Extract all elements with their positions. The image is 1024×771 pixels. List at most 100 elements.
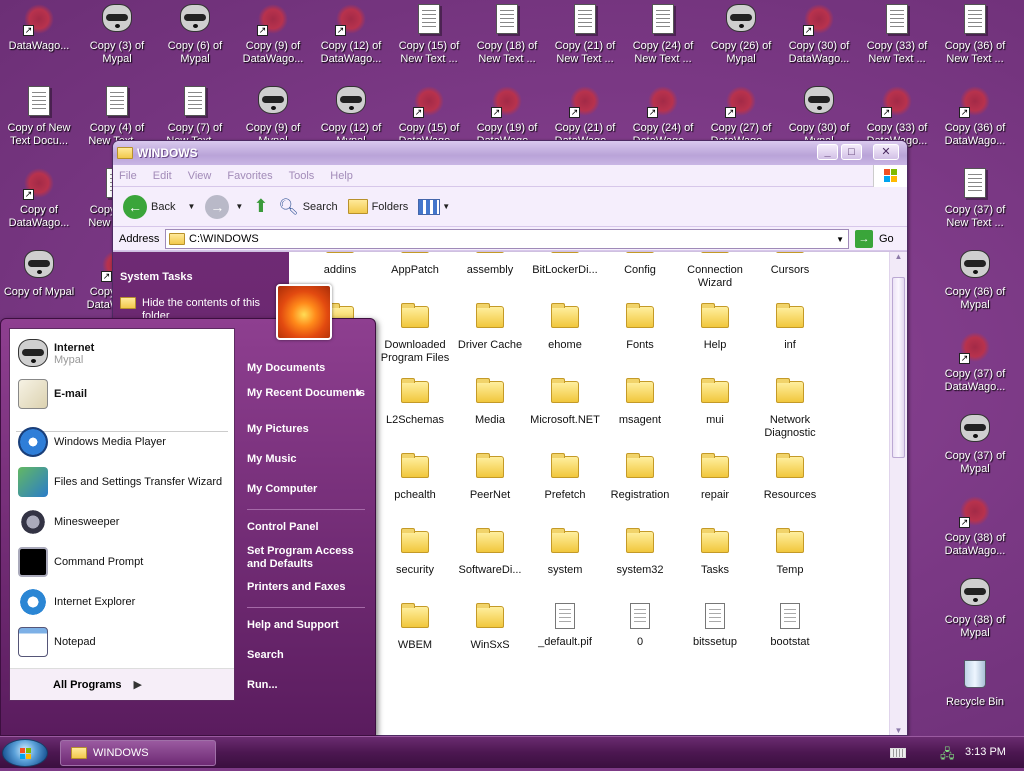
start-place-item[interactable]: My Recent Documents <box>247 387 367 400</box>
up-folder-button[interactable]: ⬆ <box>253 196 268 217</box>
file-item[interactable]: Media <box>452 376 528 427</box>
vertical-scrollbar[interactable]: ▲ ▼ <box>889 252 907 735</box>
file-item[interactable]: Tasks <box>677 526 753 577</box>
start-item-recent[interactable]: Minesweeper <box>18 507 232 537</box>
desktop-icon[interactable]: Copy (37) of Mypal <box>936 414 1014 494</box>
keyboard-icon[interactable] <box>890 748 906 758</box>
file-item[interactable]: Config <box>602 252 678 277</box>
file-item[interactable]: assembly <box>452 252 528 277</box>
start-item-email[interactable]: E-mail <box>18 379 232 409</box>
file-item[interactable]: SoftwareDi... <box>452 526 528 577</box>
start-item-internet[interactable]: Internet Mypal <box>18 339 232 369</box>
file-item[interactable]: security <box>377 526 453 577</box>
desktop-icon[interactable]: Copy (6) of Mypal <box>156 4 234 84</box>
file-item[interactable]: repair <box>677 451 753 502</box>
file-item[interactable]: system <box>527 526 603 577</box>
file-item[interactable]: 0 <box>602 601 678 649</box>
menu-help[interactable]: Help <box>330 170 353 182</box>
file-item[interactable]: Cursors <box>752 252 828 277</box>
menu-view[interactable]: View <box>188 170 212 182</box>
desktop-icon[interactable]: ↗ Copy (36) of DataWago... <box>936 86 1014 166</box>
file-item[interactable]: Registration <box>602 451 678 502</box>
file-item[interactable]: Microsoft.NET <box>527 376 603 427</box>
file-item[interactable]: mui <box>677 376 753 427</box>
start-button[interactable] <box>2 739 48 767</box>
desktop-icon[interactable]: ↗ Copy (9) of DataWago... <box>234 4 312 84</box>
clock[interactable]: 3:13 PM <box>965 746 1006 758</box>
file-item[interactable]: AppPatch <box>377 252 453 277</box>
file-item[interactable]: pchealth <box>377 451 453 502</box>
file-item[interactable]: Help <box>677 301 753 352</box>
start-place-item[interactable]: My Computer <box>247 483 367 496</box>
start-place-item[interactable]: Search <box>247 649 367 662</box>
menu-favorites[interactable]: Favorites <box>227 170 272 182</box>
start-place-item[interactable]: Printers and Faxes <box>247 581 367 594</box>
desktop-icon[interactable]: ↗ Copy (30) of DataWago... <box>780 4 858 84</box>
search-button[interactable]: 🔍︎ Search <box>278 197 337 217</box>
close-button[interactable]: ✕ <box>873 144 899 160</box>
start-item-recent[interactable]: Notepad <box>18 627 232 657</box>
file-item[interactable]: Downloaded Program Files <box>377 301 453 365</box>
file-item[interactable]: bootstat <box>752 601 828 649</box>
file-item[interactable]: WBEM <box>377 601 453 652</box>
file-item[interactable]: bitssetup <box>677 601 753 649</box>
menu-tools[interactable]: Tools <box>289 170 315 182</box>
hide-contents-task[interactable]: Hide the contents of this folder <box>113 283 289 323</box>
desktop-icon[interactable]: Copy (18) of New Text ... <box>468 4 546 84</box>
folders-button[interactable]: Folders <box>347 199 408 214</box>
address-input[interactable]: C:\WINDOWS ▼ <box>165 229 849 249</box>
file-item[interactable]: PeerNet <box>452 451 528 502</box>
views-button[interactable]: ▼ <box>418 198 450 215</box>
file-item[interactable]: Resources <box>752 451 828 502</box>
file-item[interactable]: L2Schemas <box>377 376 453 427</box>
file-item[interactable]: ehome <box>527 301 603 352</box>
file-item[interactable]: msagent <box>602 376 678 427</box>
minimize-button[interactable]: _ <box>817 144 838 160</box>
start-item-recent[interactable]: Command Prompt <box>18 547 232 577</box>
system-tasks-heading[interactable]: System Tasks <box>113 252 289 283</box>
file-item[interactable]: Temp <box>752 526 828 577</box>
desktop-icon[interactable]: Copy of New Text Docu... <box>0 86 78 166</box>
go-button[interactable]: → Go <box>855 230 894 248</box>
start-place-item[interactable]: My Pictures <box>247 423 367 436</box>
desktop-icon[interactable]: ↗ Copy (12) of DataWago... <box>312 4 390 84</box>
all-programs-button[interactable]: All Programs ▶ <box>10 668 234 700</box>
file-item[interactable]: WinSxS <box>452 601 528 652</box>
file-item[interactable]: inf <box>752 301 828 352</box>
menu-edit[interactable]: Edit <box>153 170 172 182</box>
forward-button[interactable]: → ▼ <box>205 194 243 219</box>
file-item[interactable]: Fonts <box>602 301 678 352</box>
desktop-icon[interactable]: ↗ Copy (37) of DataWago... <box>936 332 1014 412</box>
taskbar-window-button[interactable]: WINDOWS <box>60 740 216 766</box>
file-item[interactable]: Prefetch <box>527 451 603 502</box>
start-place-item[interactable]: My Documents <box>247 362 367 375</box>
start-place-item[interactable]: My Music <box>247 453 367 466</box>
desktop-icon[interactable]: Copy (26) of Mypal <box>702 4 780 84</box>
start-place-item[interactable]: Control Panel <box>247 521 367 534</box>
desktop-icon[interactable]: Copy (21) of New Text ... <box>546 4 624 84</box>
desktop-icon[interactable]: ↗ Copy (38) of DataWago... <box>936 496 1014 576</box>
desktop-icon[interactable]: Copy (36) of Mypal <box>936 250 1014 330</box>
desktop-icon[interactable]: Copy (33) of New Text ... <box>858 4 936 84</box>
window-titlebar[interactable]: WINDOWS _ □ ✕ <box>113 141 907 165</box>
start-place-item[interactable]: Set Program Access and Defaults <box>247 545 367 571</box>
scroll-thumb[interactable] <box>892 277 905 458</box>
desktop-icon[interactable]: ↗ Copy of DataWago... <box>0 168 78 248</box>
desktop-icon[interactable]: Recycle Bin <box>936 660 1014 736</box>
scroll-up-icon[interactable]: ▲ <box>890 252 907 261</box>
start-item-recent[interactable]: Windows Media Player <box>18 427 232 457</box>
start-place-item[interactable]: Help and Support <box>247 619 367 632</box>
maximize-button[interactable]: □ <box>841 144 862 160</box>
desktop-icon[interactable]: Copy (37) of New Text ... <box>936 168 1014 248</box>
file-item[interactable]: addins <box>302 252 378 277</box>
desktop-icon[interactable]: Copy (38) of Mypal <box>936 578 1014 658</box>
file-item[interactable]: Connection Wizard <box>677 252 753 290</box>
desktop-icon[interactable]: ↗ DataWago... <box>0 4 78 84</box>
start-item-recent[interactable]: Internet Explorer <box>18 587 232 617</box>
file-item[interactable]: _default.pif <box>527 601 603 649</box>
scroll-down-icon[interactable]: ▼ <box>890 726 907 735</box>
start-place-item[interactable]: Run... <box>247 679 367 692</box>
network-icon[interactable]: 🖧︎ <box>940 745 955 767</box>
file-item[interactable]: Driver Cache <box>452 301 528 352</box>
file-item[interactable]: Network Diagnostic <box>752 376 828 440</box>
